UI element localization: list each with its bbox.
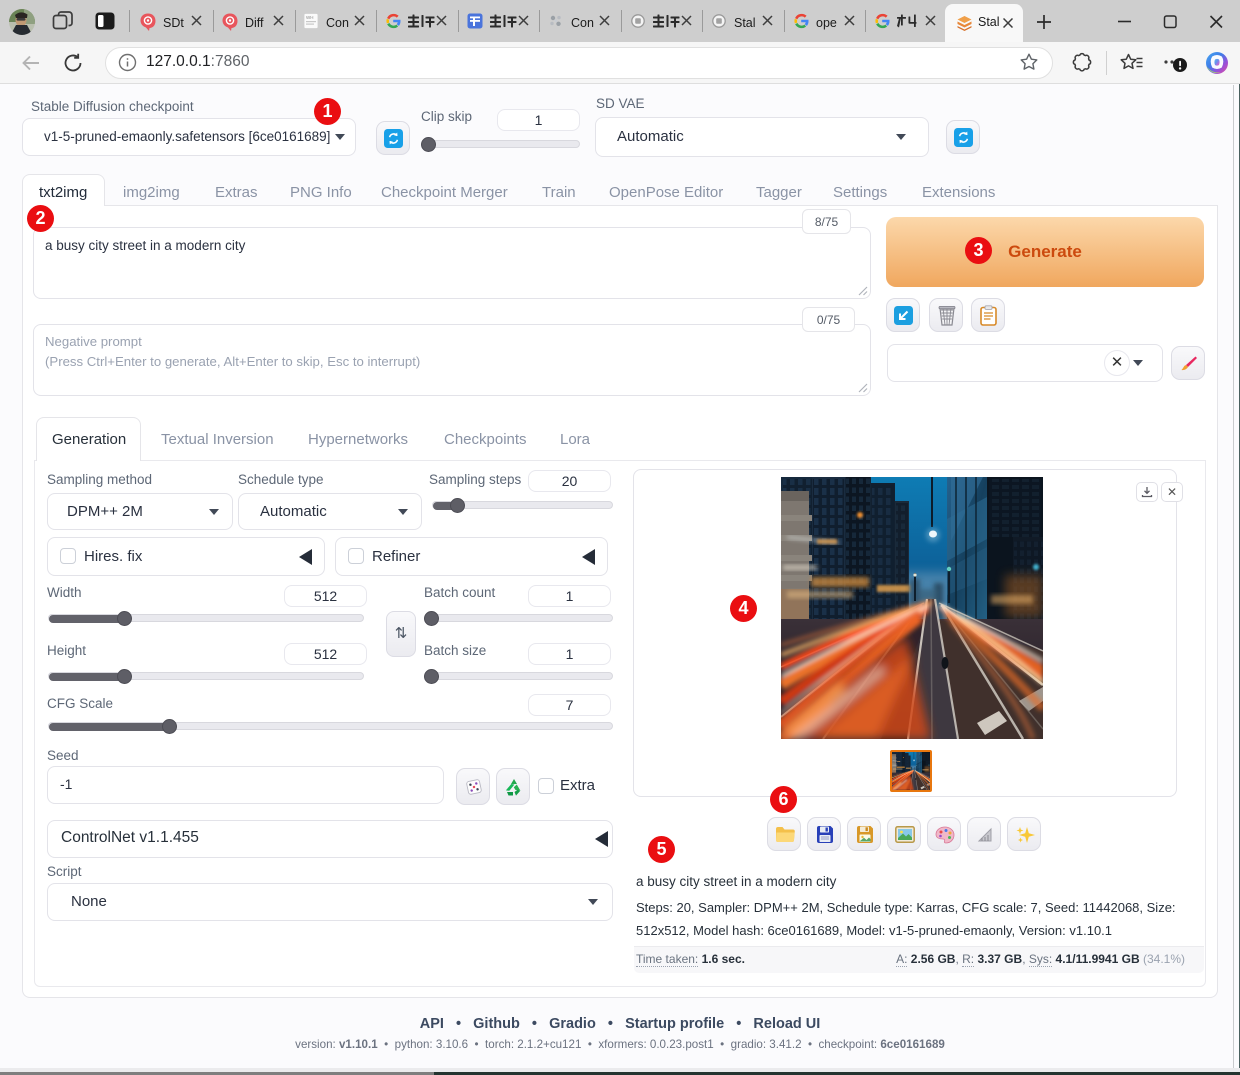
svg-text:Con: Con — [571, 16, 594, 30]
svg-text:Diff: Diff — [245, 16, 264, 30]
svg-text:SDt: SDt — [163, 16, 184, 30]
svg-text:Con: Con — [326, 16, 349, 30]
svg-text:Stal: Stal — [734, 16, 756, 30]
svg-text:ope: ope — [816, 16, 837, 30]
